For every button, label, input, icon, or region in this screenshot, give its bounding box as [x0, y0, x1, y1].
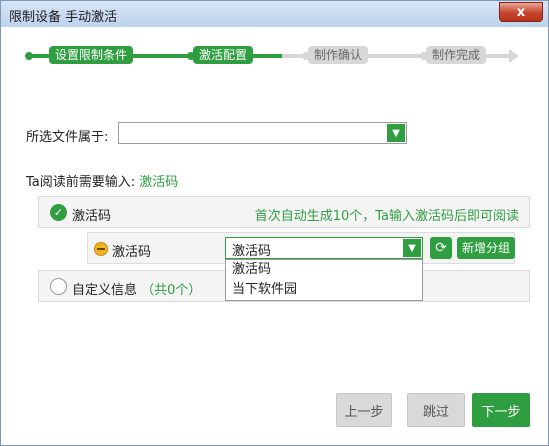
option-activation-label: 激活码 [72, 209, 112, 224]
dialog-window: 限制设备 手动激活 x 设置限制条件 激活配置 制作确认 制作完成 所选文件属于… [0, 0, 549, 446]
option-custom-text: 自定义信息 [72, 283, 138, 298]
step-confirm: 制作确认 [308, 46, 369, 64]
code-group-dropdown: 激活码 当下软件园 [225, 259, 423, 301]
input-prompt-label: Ta阅读前需要输入: 激活码 [26, 171, 178, 190]
skip-button[interactable]: 跳过 [407, 393, 465, 427]
chevron-down-icon[interactable]: ▼ [387, 124, 405, 142]
window-title: 限制设备 手动激活 [9, 10, 118, 25]
check-circle-icon[interactable]: ✓ [50, 204, 67, 221]
option-custom-label: 自定义信息 （共0个） [72, 279, 201, 298]
option-custom-count: （共0个） [141, 283, 202, 298]
stepper-arrow-icon [509, 49, 519, 63]
radio-icon[interactable] [50, 278, 67, 295]
code-group-label: 激活码 [112, 245, 152, 260]
next-button[interactable]: 下一步 [472, 393, 530, 427]
dropdown-item[interactable]: 激活码 [226, 260, 422, 280]
refresh-button[interactable]: ⟳ [430, 237, 452, 259]
add-group-button[interactable]: 新增分组 [457, 237, 515, 259]
code-group-select-value: 激活码 [232, 244, 272, 259]
dropdown-item[interactable]: 当下软件园 [226, 280, 422, 300]
prev-button[interactable]: 上一步 [336, 393, 392, 427]
option-activation-hint: 首次自动生成10个，Ta输入激活码后即可阅读 [254, 209, 519, 224]
input-prompt-prefix: Ta阅读前需要输入: [26, 175, 136, 190]
step-activation-config: 激活配置 [193, 46, 254, 64]
option-activation-code[interactable]: ✓ 激活码 首次自动生成10个，Ta输入激活码后即可阅读 [38, 196, 530, 228]
file-owner-label: 所选文件属于: [26, 130, 109, 145]
step-set-conditions: 设置限制条件 [49, 46, 134, 64]
progress-stepper: 设置限制条件 激活配置 制作确认 制作完成 [9, 29, 542, 79]
smile-icon [94, 242, 108, 256]
dialog-content: 设置限制条件 激活配置 制作确认 制作完成 所选文件属于: ▼ Ta阅读前需要输… [9, 29, 542, 437]
close-button[interactable]: x [499, 2, 543, 22]
chevron-down-icon[interactable]: ▼ [403, 239, 421, 257]
step-dot-1 [25, 52, 33, 60]
file-owner-select[interactable]: ▼ [118, 122, 407, 144]
step-complete: 制作完成 [426, 46, 487, 64]
code-group-select[interactable]: 激活码 ▼ [225, 237, 423, 259]
title-bar: 限制设备 手动激活 x [1, 1, 548, 27]
input-prompt-value: 激活码 [139, 175, 179, 190]
close-icon: x [516, 4, 526, 20]
refresh-icon: ⟳ [435, 240, 447, 256]
